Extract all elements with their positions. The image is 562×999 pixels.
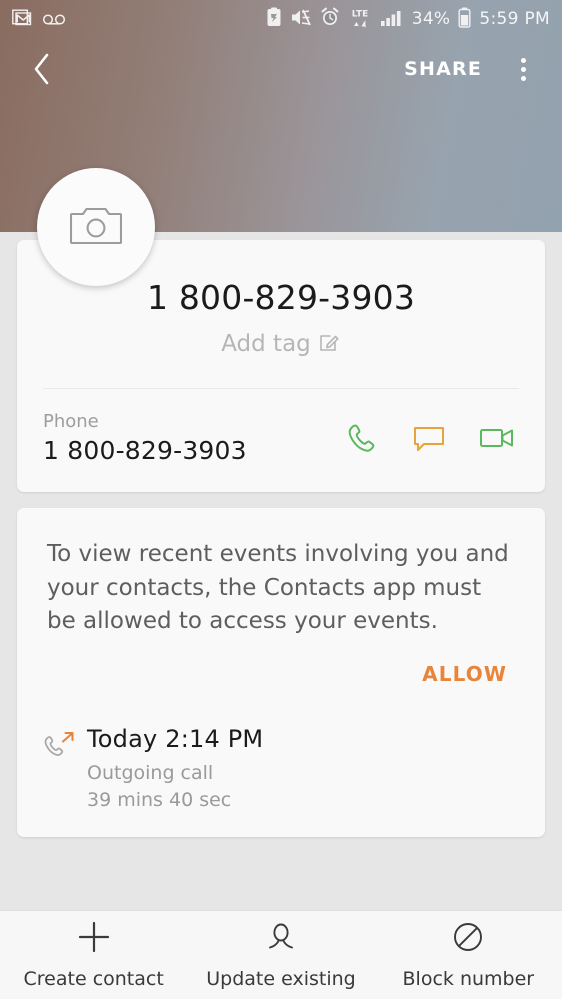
phone-actions: [345, 421, 519, 455]
message-action[interactable]: [412, 421, 446, 455]
status-bar-right: LTE 34% 5:59 PM: [266, 7, 550, 32]
avatar[interactable]: [37, 168, 155, 286]
status-bar: LTE 34% 5:59 PM: [0, 0, 562, 38]
clock-label: 5:59 PM: [479, 9, 550, 29]
gmail-icon: [12, 8, 33, 31]
update-existing-button[interactable]: Update existing: [187, 911, 374, 999]
update-existing-label: Update existing: [206, 968, 356, 990]
phone-value: 1 800-829-3903: [43, 436, 247, 465]
share-button[interactable]: SHARE: [394, 52, 492, 86]
contact-detail-screen: LTE 34% 5:59 PM SHARE 1 800-829-3903 Add…: [0, 0, 562, 999]
phone-label: Phone: [43, 411, 99, 432]
events-card: To view recent events involving you and …: [17, 508, 545, 837]
more-vertical-icon[interactable]: [506, 49, 540, 89]
battery-saver-icon: [266, 7, 282, 31]
call-log-time: Today 2:14 PM: [87, 724, 264, 753]
permission-message: To view recent events involving you and …: [47, 541, 509, 635]
add-tag-button[interactable]: Add tag: [17, 331, 545, 357]
outgoing-call-icon: [43, 725, 87, 811]
signal-icon: [380, 8, 404, 31]
block-number-button[interactable]: Block number: [375, 911, 562, 999]
battery-percent-label: 34%: [411, 9, 451, 29]
call-log-body: Today 2:14 PM Outgoing call 39 mins 40 s…: [87, 725, 519, 811]
camera-icon: [69, 203, 123, 251]
allow-row: ALLOW: [17, 639, 545, 691]
lte-icon: LTE: [348, 7, 372, 32]
plus-icon: [77, 920, 111, 958]
call-action[interactable]: [345, 421, 379, 455]
person-icon: [264, 920, 298, 958]
phone-row: Phone 1 800-829-3903: [17, 389, 545, 492]
status-bar-left: [12, 8, 68, 31]
voicemail-icon: [42, 10, 68, 29]
alarm-icon: [320, 7, 340, 31]
allow-button[interactable]: ALLOW: [418, 657, 511, 691]
battery-icon: [458, 7, 471, 32]
create-contact-label: Create contact: [23, 968, 164, 990]
call-log-item[interactable]: Today 2:14 PM Outgoing call 39 mins 40 s…: [17, 691, 545, 811]
call-log-type: Outgoing call: [87, 761, 214, 784]
svg-text:LTE: LTE: [351, 9, 368, 19]
block-icon: [451, 920, 485, 958]
navigation-bar: SHARE: [0, 38, 562, 100]
call-log-duration: 39 mins 40 sec: [87, 788, 232, 811]
video-call-action[interactable]: [479, 421, 515, 455]
phone-info[interactable]: Phone 1 800-829-3903: [43, 411, 345, 465]
block-number-label: Block number: [402, 968, 535, 990]
edit-icon: [319, 331, 341, 357]
add-tag-label: Add tag: [221, 331, 311, 357]
content-area: 1 800-829-3903 Add tag Phone 1 800-829-3…: [0, 232, 562, 910]
back-button[interactable]: [22, 49, 62, 89]
mute-icon: [290, 8, 312, 31]
bottom-action-bar: Create contact Update existing Block num…: [0, 910, 562, 999]
create-contact-button[interactable]: Create contact: [0, 911, 187, 999]
